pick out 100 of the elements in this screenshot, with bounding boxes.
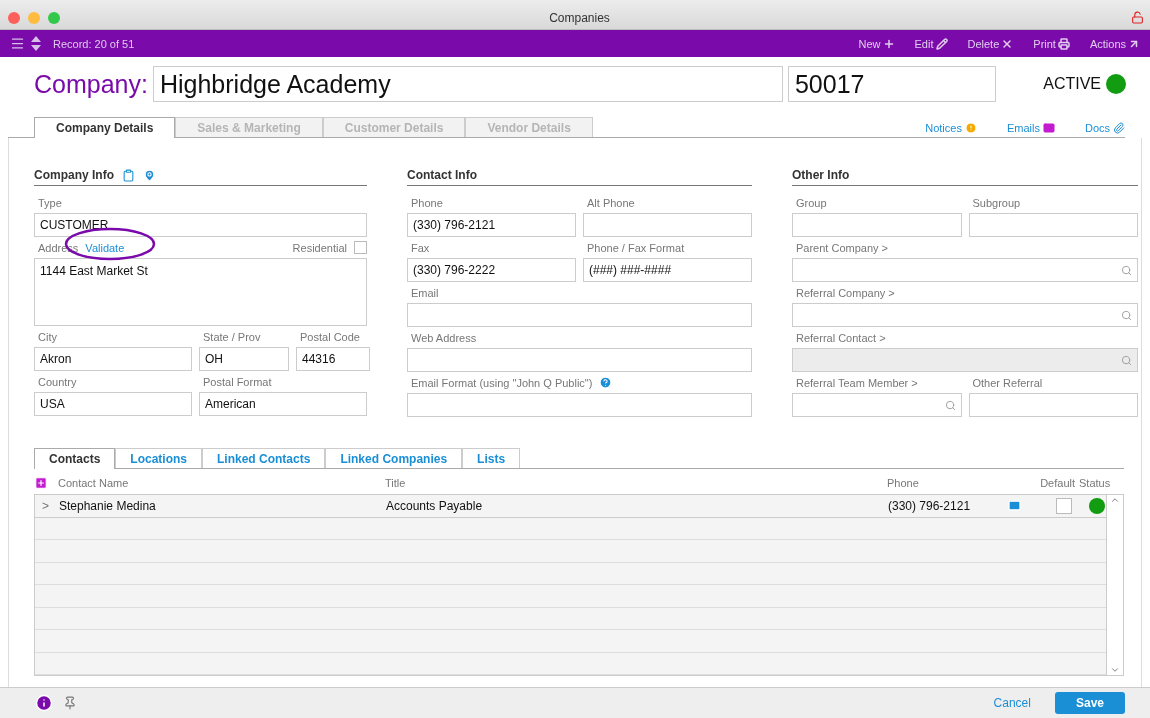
input-field[interactable]: [407, 348, 752, 372]
text-area[interactable]: 1144 East Market St: [34, 258, 367, 326]
field-label: City: [38, 330, 57, 343]
field-label: Alt Phone: [587, 196, 635, 209]
field-value: (330) 796-2121: [413, 218, 496, 232]
tab-link[interactable]: Notices: [925, 122, 977, 134]
field-label: Referral Company >: [796, 286, 895, 299]
up-down-icon[interactable]: [31, 36, 41, 51]
tab-link[interactable]: Emails: [1006, 122, 1055, 134]
company-number-field[interactable]: 50017: [787, 66, 996, 102]
table-cell-text: Stephanie Medina: [58, 498, 157, 513]
field-value: OH: [205, 352, 223, 366]
help-icon[interactable]: [599, 376, 613, 389]
clipboard-icon[interactable]: [122, 168, 135, 182]
input-field[interactable]: USA: [34, 392, 192, 416]
window-title: Companies: [548, 10, 611, 25]
tab[interactable]: Company Details: [34, 117, 176, 138]
validate-link[interactable]: Validate: [85, 241, 125, 254]
menu-icon[interactable]: [10, 36, 25, 51]
save-button[interactable]: Save: [1054, 692, 1125, 714]
lookup-field[interactable]: [792, 303, 1138, 327]
field-value: (330) 796-2222: [413, 263, 496, 277]
x-icon[interactable]: [1001, 37, 1014, 50]
toolbar-button[interactable]: Print: [1033, 37, 1070, 50]
field-label: Parent Company >: [796, 241, 889, 254]
field-label: Postal Format: [203, 375, 272, 388]
minimize-button[interactable]: [28, 11, 40, 24]
field-label: Phone: [411, 196, 443, 209]
input-field[interactable]: [792, 213, 962, 237]
field-label: Type: [38, 196, 62, 209]
tab[interactable]: Linked Contacts: [202, 448, 326, 468]
input-field[interactable]: Akron: [34, 347, 192, 371]
tab[interactable]: Locations: [115, 448, 202, 468]
company-name-field[interactable]: Highbridge Academy: [152, 66, 783, 102]
column-header: Title: [384, 475, 407, 491]
table-cell-text: (330) 796-2121: [888, 498, 972, 513]
search-icon[interactable]: [1121, 264, 1132, 276]
checkbox-label: Residential: [292, 241, 347, 254]
field-label: Other Referral: [972, 376, 1043, 389]
status-label: ACTIVE: [1043, 75, 1101, 93]
scrollbar[interactable]: [1106, 495, 1123, 675]
column-header: Contact Name: [57, 475, 130, 491]
plus-icon[interactable]: [882, 37, 895, 50]
field-label: Email: [411, 286, 439, 299]
input-field[interactable]: (330) 796-2222: [407, 258, 576, 282]
field-value: 1144 East Market St: [40, 264, 148, 278]
input-field[interactable]: [968, 393, 1138, 417]
section-title: Other Info: [792, 168, 850, 182]
lock-icon[interactable]: [1131, 11, 1144, 24]
chevron-up-icon[interactable]: [1110, 495, 1120, 505]
lookup-field[interactable]: [792, 393, 962, 417]
input-field[interactable]: CUSTOMER: [34, 213, 367, 237]
section-title: Contact Info: [407, 168, 477, 182]
search-icon[interactable]: [944, 399, 956, 411]
default-checkbox[interactable]: [1056, 497, 1072, 514]
cancel-link[interactable]: Cancel: [993, 696, 1031, 710]
input-field[interactable]: [407, 303, 752, 327]
table-cell-text: Accounts Payable: [385, 498, 484, 513]
input-field[interactable]: (###) ###-####: [583, 258, 752, 282]
tab-link[interactable]: Docs: [1084, 122, 1125, 134]
tab[interactable]: Contacts: [34, 448, 116, 469]
input-field[interactable]: 44316: [296, 347, 370, 371]
field-label: Postal Code: [300, 330, 360, 343]
input-field[interactable]: (330) 796-2121: [407, 213, 576, 237]
residential-checkbox[interactable]: [354, 241, 367, 254]
record-counter: Record: 20 of 51: [53, 37, 135, 50]
field-value: USA: [40, 397, 65, 411]
field-value: Akron: [40, 352, 72, 366]
chevron-down-icon[interactable]: [1110, 665, 1120, 675]
add-icon[interactable]: [34, 475, 48, 490]
field-label: Email Format (using "John Q Public"): [411, 376, 593, 389]
close-button[interactable]: [8, 11, 20, 24]
expand-toggle[interactable]: >: [35, 498, 51, 513]
pencil-icon[interactable]: [935, 37, 948, 50]
printer-icon[interactable]: [1057, 37, 1070, 50]
input-field[interactable]: [968, 213, 1138, 237]
input-field[interactable]: [583, 213, 752, 237]
toolbar-button[interactable]: New: [858, 37, 895, 50]
input-field[interactable]: American: [199, 392, 367, 416]
pin-icon[interactable]: [63, 696, 77, 710]
toolbar-button[interactable]: Delete: [967, 37, 1014, 50]
field-value: CUSTOMER: [40, 218, 109, 232]
lookup-field[interactable]: [792, 258, 1138, 282]
field-value: 44316: [302, 352, 336, 366]
paperclip-icon[interactable]: [1113, 122, 1125, 134]
zoom-button[interactable]: [48, 11, 60, 24]
tab[interactable]: Lists: [462, 448, 521, 468]
search-icon[interactable]: [1121, 309, 1132, 321]
toolbar-button[interactable]: Edit: [914, 37, 948, 50]
map-pin-icon[interactable]: [143, 168, 156, 182]
field-label: Fax: [411, 241, 430, 254]
toolbar-button[interactable]: Actions: [1089, 37, 1140, 50]
alert-icon[interactable]: [964, 122, 977, 134]
info-icon[interactable]: [35, 694, 53, 712]
field-label: Web Address: [411, 331, 477, 344]
field-value: American: [205, 397, 256, 411]
tab[interactable]: Linked Companies: [325, 448, 463, 468]
input-field[interactable]: [407, 393, 752, 417]
input-field[interactable]: OH: [199, 347, 289, 371]
field-value: (###) ###-####: [589, 263, 672, 277]
